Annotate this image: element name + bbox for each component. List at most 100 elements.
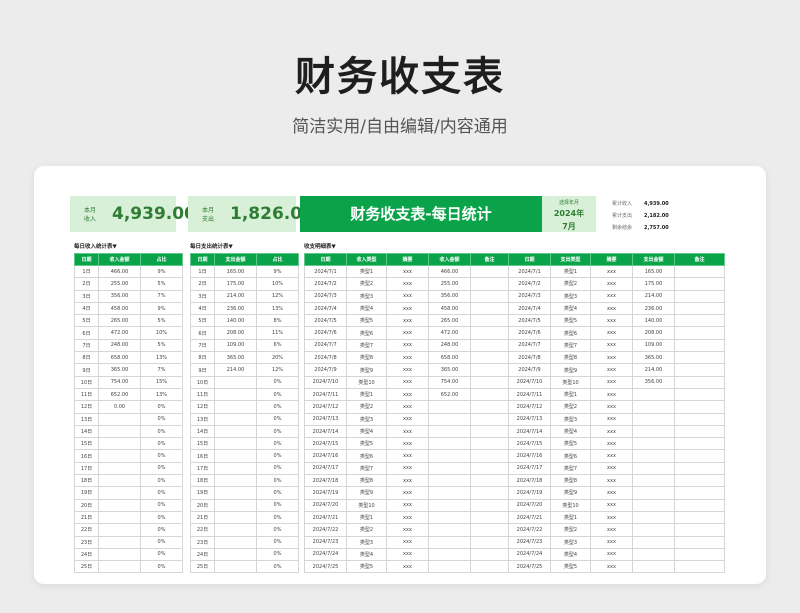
- table-cell[interactable]: 255.00: [98, 277, 141, 291]
- table-cell[interactable]: 类型5: [550, 314, 591, 328]
- table-cell[interactable]: 5%: [140, 314, 183, 328]
- table-cell[interactable]: xxx: [386, 486, 429, 500]
- table-cell[interactable]: 2024/7/16: [304, 449, 347, 463]
- table-cell[interactable]: 18日: [190, 474, 215, 488]
- table-cell[interactable]: 24日: [74, 547, 99, 562]
- table-cell[interactable]: [470, 510, 509, 525]
- table-cell[interactable]: [674, 461, 725, 476]
- table-cell[interactable]: [428, 510, 471, 525]
- table-cell[interactable]: 19日: [74, 486, 99, 500]
- table-cell[interactable]: 类型4: [550, 301, 591, 316]
- table-cell[interactable]: xxx: [386, 387, 429, 402]
- table-cell[interactable]: [632, 461, 675, 476]
- table-cell[interactable]: 2024/7/10: [304, 375, 347, 389]
- table-cell[interactable]: 2024/7/14: [304, 424, 347, 439]
- table-cell[interactable]: xxx: [590, 474, 633, 488]
- table-cell[interactable]: 11日: [190, 387, 215, 402]
- table-cell[interactable]: xxx: [590, 277, 633, 291]
- table-cell[interactable]: 6日: [74, 326, 99, 340]
- table-cell[interactable]: 12%: [256, 289, 299, 303]
- table-cell[interactable]: [632, 523, 675, 537]
- table-cell[interactable]: 8日: [190, 351, 215, 365]
- table-cell[interactable]: 0%: [140, 449, 183, 463]
- table-cell[interactable]: [428, 400, 471, 414]
- table-cell[interactable]: 类型4: [550, 547, 591, 562]
- table-cell[interactable]: 类型6: [346, 326, 387, 340]
- table-cell[interactable]: 214.00: [214, 363, 257, 377]
- table-cell[interactable]: 5日: [74, 314, 99, 328]
- table-cell[interactable]: 2024/7/21: [304, 510, 347, 525]
- table-cell[interactable]: [470, 351, 509, 365]
- table-cell[interactable]: 0%: [140, 437, 183, 451]
- table-cell[interactable]: [428, 560, 471, 574]
- table-cell[interactable]: [470, 547, 509, 562]
- table-cell[interactable]: 4日: [74, 301, 99, 316]
- table-cell[interactable]: xxx: [590, 449, 633, 463]
- table-cell[interactable]: xxx: [386, 277, 429, 291]
- table-cell[interactable]: 2024/7/4: [304, 301, 347, 316]
- table-cell[interactable]: 23日: [74, 535, 99, 549]
- table-cell[interactable]: 0%: [256, 437, 299, 451]
- table-cell[interactable]: 13%: [140, 351, 183, 365]
- table-cell[interactable]: [470, 498, 509, 512]
- table-cell[interactable]: xxx: [386, 363, 429, 377]
- table-cell[interactable]: 0%: [140, 547, 183, 562]
- table-cell[interactable]: 19日: [190, 486, 215, 500]
- table-cell[interactable]: [470, 375, 509, 389]
- table-cell[interactable]: 0%: [256, 535, 299, 549]
- table-cell[interactable]: 类型9: [346, 486, 387, 500]
- table-cell[interactable]: [674, 338, 725, 353]
- table-cell[interactable]: [428, 474, 471, 488]
- table-cell[interactable]: [470, 437, 509, 451]
- table-cell[interactable]: 2024/7/12: [304, 400, 347, 414]
- table-cell[interactable]: 10日: [190, 375, 215, 389]
- table-cell[interactable]: [470, 326, 509, 340]
- table-cell[interactable]: [674, 498, 725, 512]
- table-cell[interactable]: 2024/7/7: [508, 338, 551, 353]
- table-cell[interactable]: 类型2: [550, 400, 591, 414]
- table-cell[interactable]: 2024/7/3: [508, 289, 551, 303]
- table-cell[interactable]: xxx: [386, 535, 429, 549]
- table-cell[interactable]: 356.00: [428, 289, 471, 303]
- table-cell[interactable]: 3日: [74, 289, 99, 303]
- table-cell[interactable]: 2024/7/10: [508, 375, 551, 389]
- table-cell[interactable]: xxx: [386, 461, 429, 476]
- table-cell[interactable]: [674, 289, 725, 303]
- table-cell[interactable]: [98, 449, 141, 463]
- table-cell[interactable]: 265.00: [98, 314, 141, 328]
- table-cell[interactable]: 类型10: [346, 375, 387, 389]
- table-cell[interactable]: 2024/7/15: [508, 437, 551, 451]
- table-cell[interactable]: [632, 474, 675, 488]
- table-cell[interactable]: 365.00: [214, 351, 257, 365]
- table-cell[interactable]: xxx: [590, 264, 633, 279]
- table-cell[interactable]: [674, 437, 725, 451]
- table-cell[interactable]: [214, 535, 257, 549]
- table-cell[interactable]: [428, 437, 471, 451]
- table-cell[interactable]: 类型4: [346, 301, 387, 316]
- table-cell[interactable]: 0%: [140, 535, 183, 549]
- table-cell[interactable]: 2024/7/22: [508, 523, 551, 537]
- table-cell[interactable]: 2024/7/4: [508, 301, 551, 316]
- table-cell[interactable]: 0%: [140, 523, 183, 537]
- table-cell[interactable]: [674, 375, 725, 389]
- table-cell[interactable]: 类型8: [550, 351, 591, 365]
- table-cell[interactable]: [674, 560, 725, 574]
- table-cell[interactable]: 652.00: [98, 387, 141, 402]
- table-cell[interactable]: 2024/7/2: [508, 277, 551, 291]
- table-cell[interactable]: [214, 449, 257, 463]
- table-cell[interactable]: [470, 474, 509, 488]
- table-cell[interactable]: [214, 547, 257, 562]
- table-cell[interactable]: 0%: [256, 474, 299, 488]
- table-cell[interactable]: [674, 264, 725, 279]
- table-cell[interactable]: [98, 535, 141, 549]
- income-section-title[interactable]: 每日收入统计表▼: [74, 242, 117, 250]
- table-cell[interactable]: [214, 498, 257, 512]
- table-cell[interactable]: [674, 400, 725, 414]
- table-cell[interactable]: [98, 461, 141, 476]
- table-cell[interactable]: 0%: [256, 424, 299, 439]
- table-cell[interactable]: [674, 363, 725, 377]
- table-cell[interactable]: [470, 400, 509, 414]
- table-cell[interactable]: [428, 424, 471, 439]
- table-cell[interactable]: 2024/7/15: [304, 437, 347, 451]
- table-cell[interactable]: [428, 412, 471, 426]
